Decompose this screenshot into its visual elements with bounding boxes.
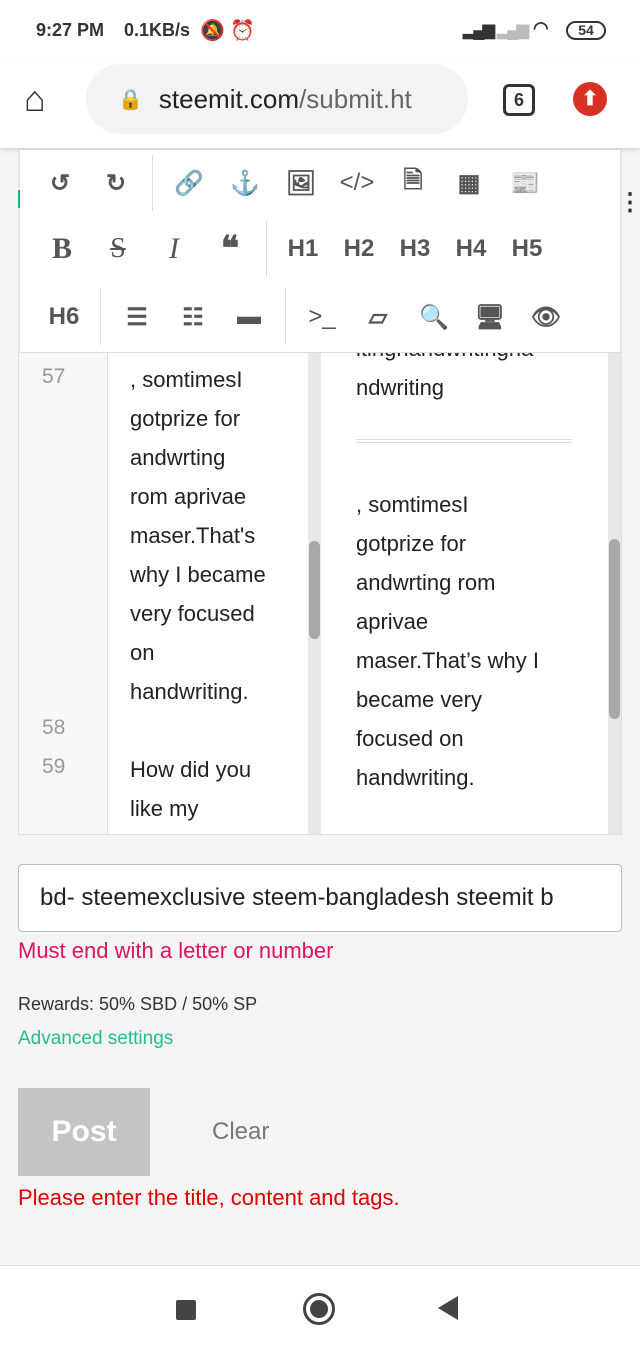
text-line: focused on <box>356 726 464 751</box>
recents-button[interactable] <box>176 1300 196 1320</box>
strikethrough-button[interactable]: S <box>90 233 146 265</box>
home-icon[interactable]: ⌂ <box>24 78 46 120</box>
terminal-icon[interactable]: >_ <box>294 303 350 331</box>
signal-icon-2: ▂▄▆ <box>497 22 529 39</box>
redo-icon[interactable]: ↻ <box>88 169 144 198</box>
h6-button[interactable]: H6 <box>36 303 92 331</box>
h5-button[interactable]: H5 <box>499 235 555 263</box>
link-icon[interactable]: 🔗 <box>161 169 217 198</box>
text-line: maser.That’s why I <box>356 648 539 673</box>
preview-hr <box>356 439 572 443</box>
horizontal-rule-icon[interactable]: ▬ <box>221 303 277 331</box>
rewards-text: Rewards: 50% SBD / 50% SP <box>18 994 258 1014</box>
italic-button[interactable]: I <box>146 232 202 266</box>
editor-toolbar: ↺ ↻ 🔗 ⚓ 🖼 </> 🗎 ▦ 📰 B S I ❝ H1 H2 H3 H4 … <box>20 150 620 352</box>
text-line: ndwriting <box>356 375 445 400</box>
url-bar[interactable]: 🔒 steemit.com/submit.ht <box>86 64 468 134</box>
text-line: rom aprivae <box>130 484 247 509</box>
text-line: , somtimesI <box>356 492 469 517</box>
clear-button[interactable]: Clear <box>212 1118 269 1146</box>
back-button[interactable] <box>438 1296 458 1320</box>
hide-preview-icon[interactable]: 👁 <box>518 303 574 332</box>
line-number: 58 <box>42 716 66 739</box>
android-nav-bar <box>0 1265 640 1351</box>
numbered-list-icon[interactable]: ☷ <box>165 303 221 332</box>
browser-bar: ⌂ 🔒 steemit.com/submit.ht 6 ⬆ <box>0 60 640 148</box>
alarm-icon: ⏰ <box>230 20 255 42</box>
line-number: 59 <box>42 755 66 778</box>
text-line: handwriting. <box>356 765 475 790</box>
url-host: steemit.com <box>158 83 300 114</box>
text-line: handwriting. <box>130 679 249 704</box>
newspaper-icon[interactable]: 📰 <box>497 169 553 198</box>
text-line: why I became <box>130 562 266 587</box>
h4-button[interactable]: H4 <box>443 235 499 263</box>
lock-icon: 🔒 <box>118 88 143 111</box>
text-line: maser.That's <box>130 523 256 548</box>
text-line: like my <box>130 796 199 821</box>
text-line: aprivae <box>356 609 429 634</box>
update-icon[interactable]: ⬆ <box>573 82 607 116</box>
preview-pane: itinghandwritingha ndwriting , somtimesI go… <box>356 353 606 834</box>
monitor-icon[interactable]: 🖥 <box>462 303 518 332</box>
text-line: How did you <box>130 757 252 782</box>
text-line: , somtimesI <box>130 367 243 392</box>
line-gutter: 57 58 59 <box>19 353 108 834</box>
post-button[interactable]: Post <box>18 1088 150 1176</box>
text-line: very focused <box>130 601 255 626</box>
advanced-settings-link[interactable]: Advanced settings <box>18 1028 173 1050</box>
text-line: gotprize for <box>130 406 241 431</box>
h3-button[interactable]: H3 <box>387 235 443 263</box>
text-line <box>356 446 606 485</box>
image-icon[interactable]: 🖼 <box>273 169 329 198</box>
network-speed: 0.1KB/s <box>124 20 191 40</box>
text-line: andwrting <box>130 445 226 470</box>
url-path: /submit.ht <box>299 83 412 114</box>
text-line: became very <box>356 687 482 712</box>
text-line <box>356 797 606 834</box>
more-icon[interactable]: ⋮ <box>618 188 640 217</box>
search-icon[interactable]: 🔍 <box>406 303 462 332</box>
battery-icon: 54 <box>566 21 606 40</box>
undo-icon[interactable]: ↺ <box>32 169 88 198</box>
tags-error: Must end with a letter or number <box>18 938 334 963</box>
form-error: Please enter the title, content and tags… <box>18 1185 400 1210</box>
home-button[interactable] <box>303 1293 335 1325</box>
line-number: 57 <box>42 365 66 388</box>
editor-textarea[interactable]: , somtimesI gotprize for andwrting rom apri… <box>130 360 310 828</box>
preview-scrollbar[interactable] <box>608 353 621 834</box>
text-line: andwrting rom <box>356 570 496 595</box>
text-line: on <box>130 640 155 665</box>
wifi-icon: ◠ <box>533 18 549 38</box>
editor-scrollbar[interactable] <box>308 353 321 834</box>
anchor-icon[interactable]: ⚓ <box>217 169 273 198</box>
table-icon[interactable]: ▦ <box>441 169 497 198</box>
tab-count-button[interactable]: 6 <box>503 84 535 116</box>
tags-input[interactable]: bd- steemexclusive steem-bangladesh stee… <box>18 864 622 932</box>
code-icon[interactable]: </> <box>329 169 385 197</box>
signal-icon: ▂▄▆ <box>463 22 495 39</box>
eraser-icon[interactable]: ▱ <box>350 303 406 332</box>
markdown-editor: 57 58 59 , somtimesI gotprize for andwrtin… <box>18 352 622 835</box>
mute-icon: 🔕 <box>200 20 225 42</box>
status-bar: 9:27 PM 0.1KB/s 🔕 ⏰ ▂▄▆ ▂▄▆ ◠ 54 <box>0 0 640 60</box>
h2-button[interactable]: H2 <box>331 235 387 263</box>
clock: 9:27 PM <box>36 20 105 40</box>
quote-button[interactable]: ❝ <box>202 229 258 269</box>
text-line: gotprize for <box>356 531 467 556</box>
bold-button[interactable]: B <box>34 232 90 266</box>
text-line <box>130 711 310 750</box>
text-line: itinghandwritingha <box>356 353 606 368</box>
code-file-icon[interactable]: 🗎 <box>385 163 441 204</box>
bullet-list-icon[interactable]: ☰ <box>109 303 165 332</box>
h1-button[interactable]: H1 <box>275 235 331 263</box>
